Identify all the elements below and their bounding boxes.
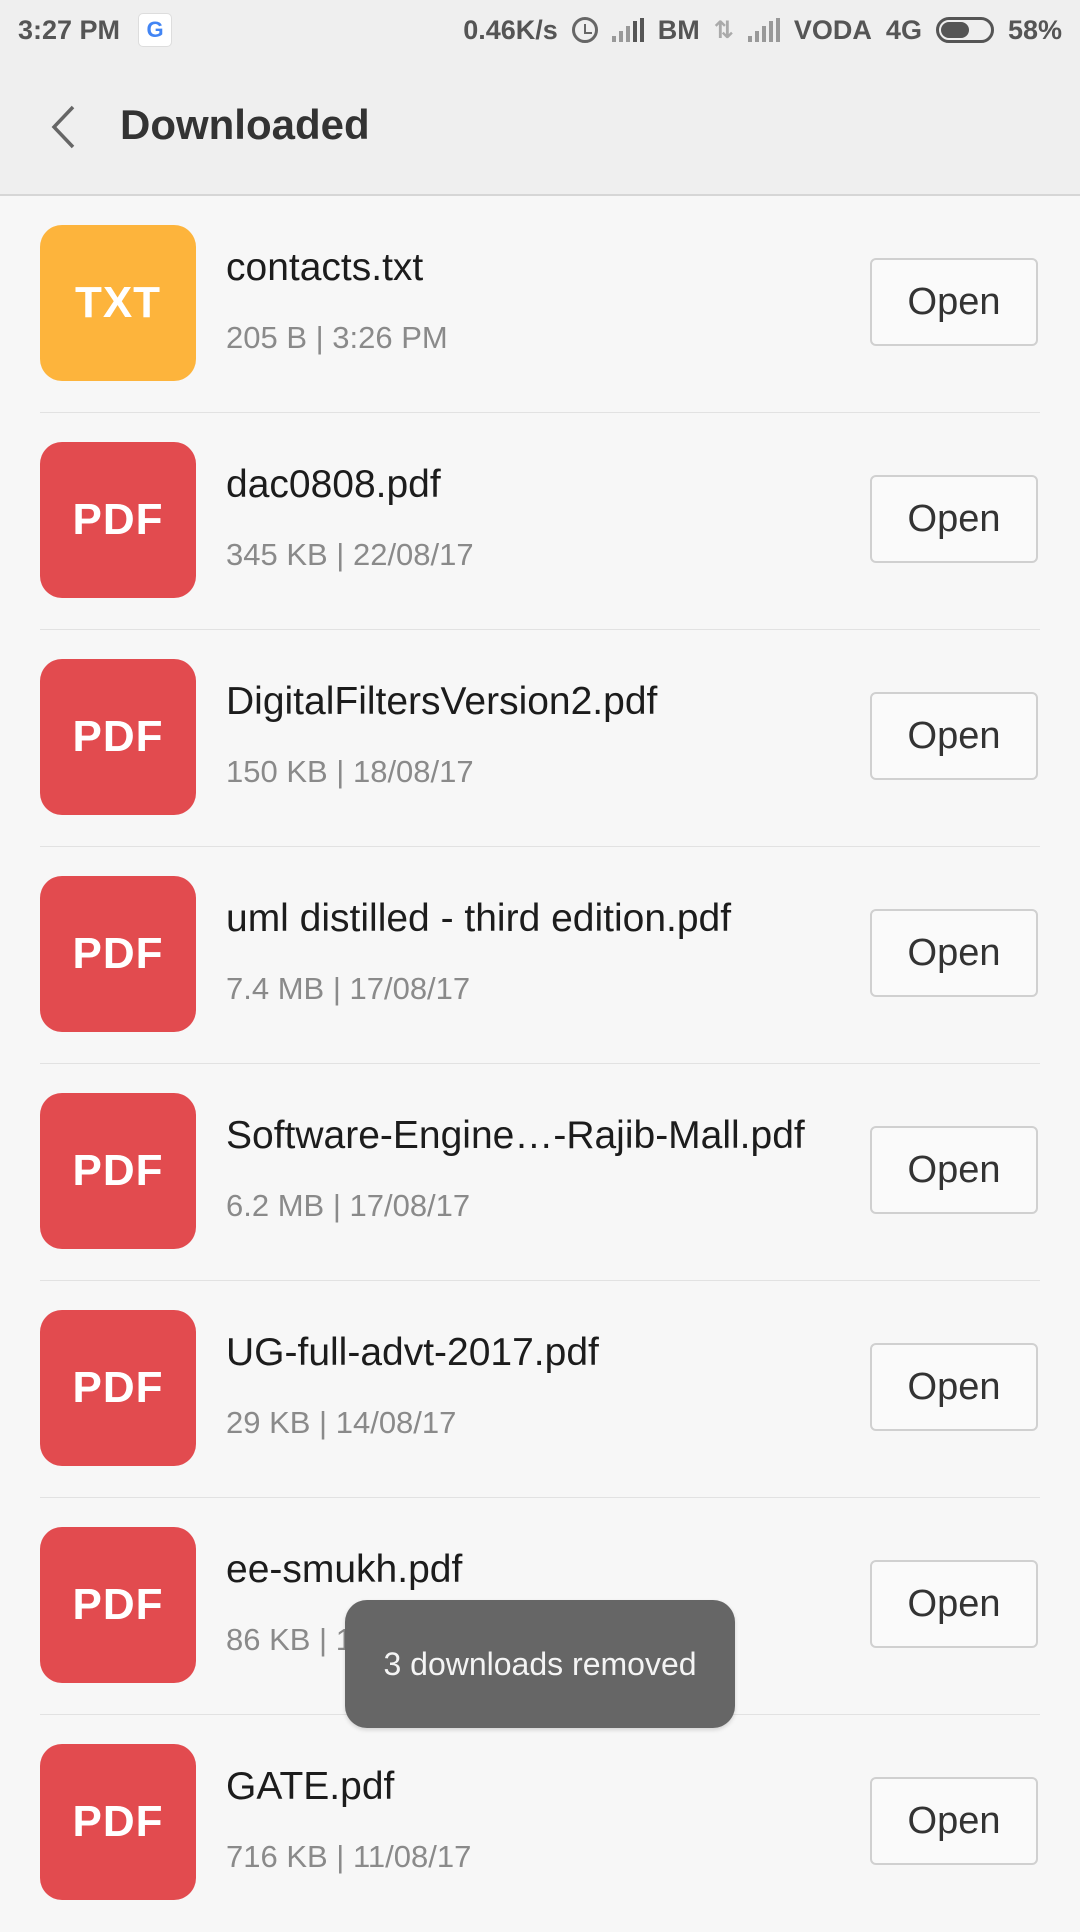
file-name: GATE.pdf bbox=[226, 1765, 395, 1808]
list-item[interactable]: TXT contacts.txt 205 B | 3:26 PM Open bbox=[0, 196, 1080, 413]
back-button[interactable] bbox=[44, 102, 84, 152]
open-button[interactable]: Open bbox=[870, 1126, 1038, 1214]
open-button[interactable]: Open bbox=[870, 1777, 1038, 1865]
file-meta: 6.2 MB | 17/08/17 bbox=[226, 1188, 471, 1223]
file-name: dac0808.pdf bbox=[226, 463, 441, 506]
file-name: DigitalFiltersVersion2.pdf bbox=[226, 680, 658, 723]
sim1-label: BM bbox=[657, 14, 700, 45]
toast-message: 3 downloads removed bbox=[345, 1600, 735, 1728]
page-title: Downloaded bbox=[120, 101, 370, 148]
list-item[interactable]: PDF UG-full-advt-2017.pdf 29 KB | 14/08/… bbox=[0, 1281, 1080, 1498]
file-type-icon: PDF bbox=[40, 1093, 196, 1249]
battery-percent: 58% bbox=[1007, 14, 1062, 45]
list-item[interactable]: PDF dac0808.pdf 345 KB | 22/08/17 Open bbox=[0, 413, 1080, 630]
file-meta: 150 KB | 18/08/17 bbox=[226, 754, 474, 789]
file-meta: 29 KB | 14/08/17 bbox=[226, 1405, 457, 1440]
open-button[interactable]: Open bbox=[870, 692, 1038, 780]
list-item[interactable]: PDF GATE.pdf 716 KB | 11/08/17 Open bbox=[0, 1715, 1080, 1932]
open-button[interactable]: Open bbox=[870, 1560, 1038, 1648]
chevron-left-icon bbox=[51, 105, 75, 149]
status-bar: 3:27 PM G 0.46K/s BM ⇅ VODA 4G 58% bbox=[0, 0, 1080, 60]
sim2-label: VODA bbox=[793, 14, 872, 45]
file-name: UG-full-advt-2017.pdf bbox=[226, 1331, 599, 1374]
file-name: uml distilled - third edition.pdf bbox=[226, 897, 732, 940]
google-icon: G bbox=[138, 13, 173, 47]
signal-icon bbox=[611, 18, 644, 42]
network-speed: 0.46K/s bbox=[463, 14, 558, 45]
file-type-icon: PDF bbox=[40, 1744, 196, 1900]
alarm-icon bbox=[571, 17, 598, 43]
file-name: contacts.txt bbox=[226, 246, 424, 289]
list-item[interactable]: PDF Software-Engine…-Rajib-Mall.pdf 6.2 … bbox=[0, 1064, 1080, 1281]
status-bar-right: 0.46K/s BM ⇅ VODA 4G 58% bbox=[463, 0, 1062, 60]
file-meta: 345 KB | 22/08/17 bbox=[226, 537, 474, 572]
status-bar-left: 3:27 PM G bbox=[18, 0, 173, 60]
list-item[interactable]: PDF uml distilled - third edition.pdf 7.… bbox=[0, 847, 1080, 1064]
list-item[interactable]: PDF DigitalFiltersVersion2.pdf 150 KB | … bbox=[0, 630, 1080, 847]
open-button[interactable]: Open bbox=[870, 475, 1038, 563]
file-meta: 7.4 MB | 17/08/17 bbox=[226, 971, 471, 1006]
file-name: Software-Engine…-Rajib-Mall.pdf bbox=[226, 1114, 805, 1157]
file-type-icon: PDF bbox=[40, 1527, 196, 1683]
file-type-icon: PDF bbox=[40, 442, 196, 598]
open-button[interactable]: Open bbox=[870, 1343, 1038, 1431]
file-type-icon: TXT bbox=[40, 225, 196, 381]
network-type: 4G bbox=[885, 14, 922, 45]
battery-icon bbox=[935, 17, 994, 43]
open-button[interactable]: Open bbox=[870, 258, 1038, 346]
open-button[interactable]: Open bbox=[870, 909, 1038, 997]
file-type-icon: PDF bbox=[40, 876, 196, 1032]
signal-icon-2 bbox=[747, 18, 780, 42]
app-header: Downloaded bbox=[0, 60, 1080, 196]
file-meta: 205 B | 3:26 PM bbox=[226, 320, 448, 355]
data-arrows-icon: ⇅ bbox=[713, 16, 734, 44]
file-type-icon: PDF bbox=[40, 659, 196, 815]
clock: 3:27 PM bbox=[18, 14, 121, 45]
file-type-icon: PDF bbox=[40, 1310, 196, 1466]
file-meta: 716 KB | 11/08/17 bbox=[226, 1839, 472, 1874]
file-name: ee-smukh.pdf bbox=[226, 1548, 463, 1591]
